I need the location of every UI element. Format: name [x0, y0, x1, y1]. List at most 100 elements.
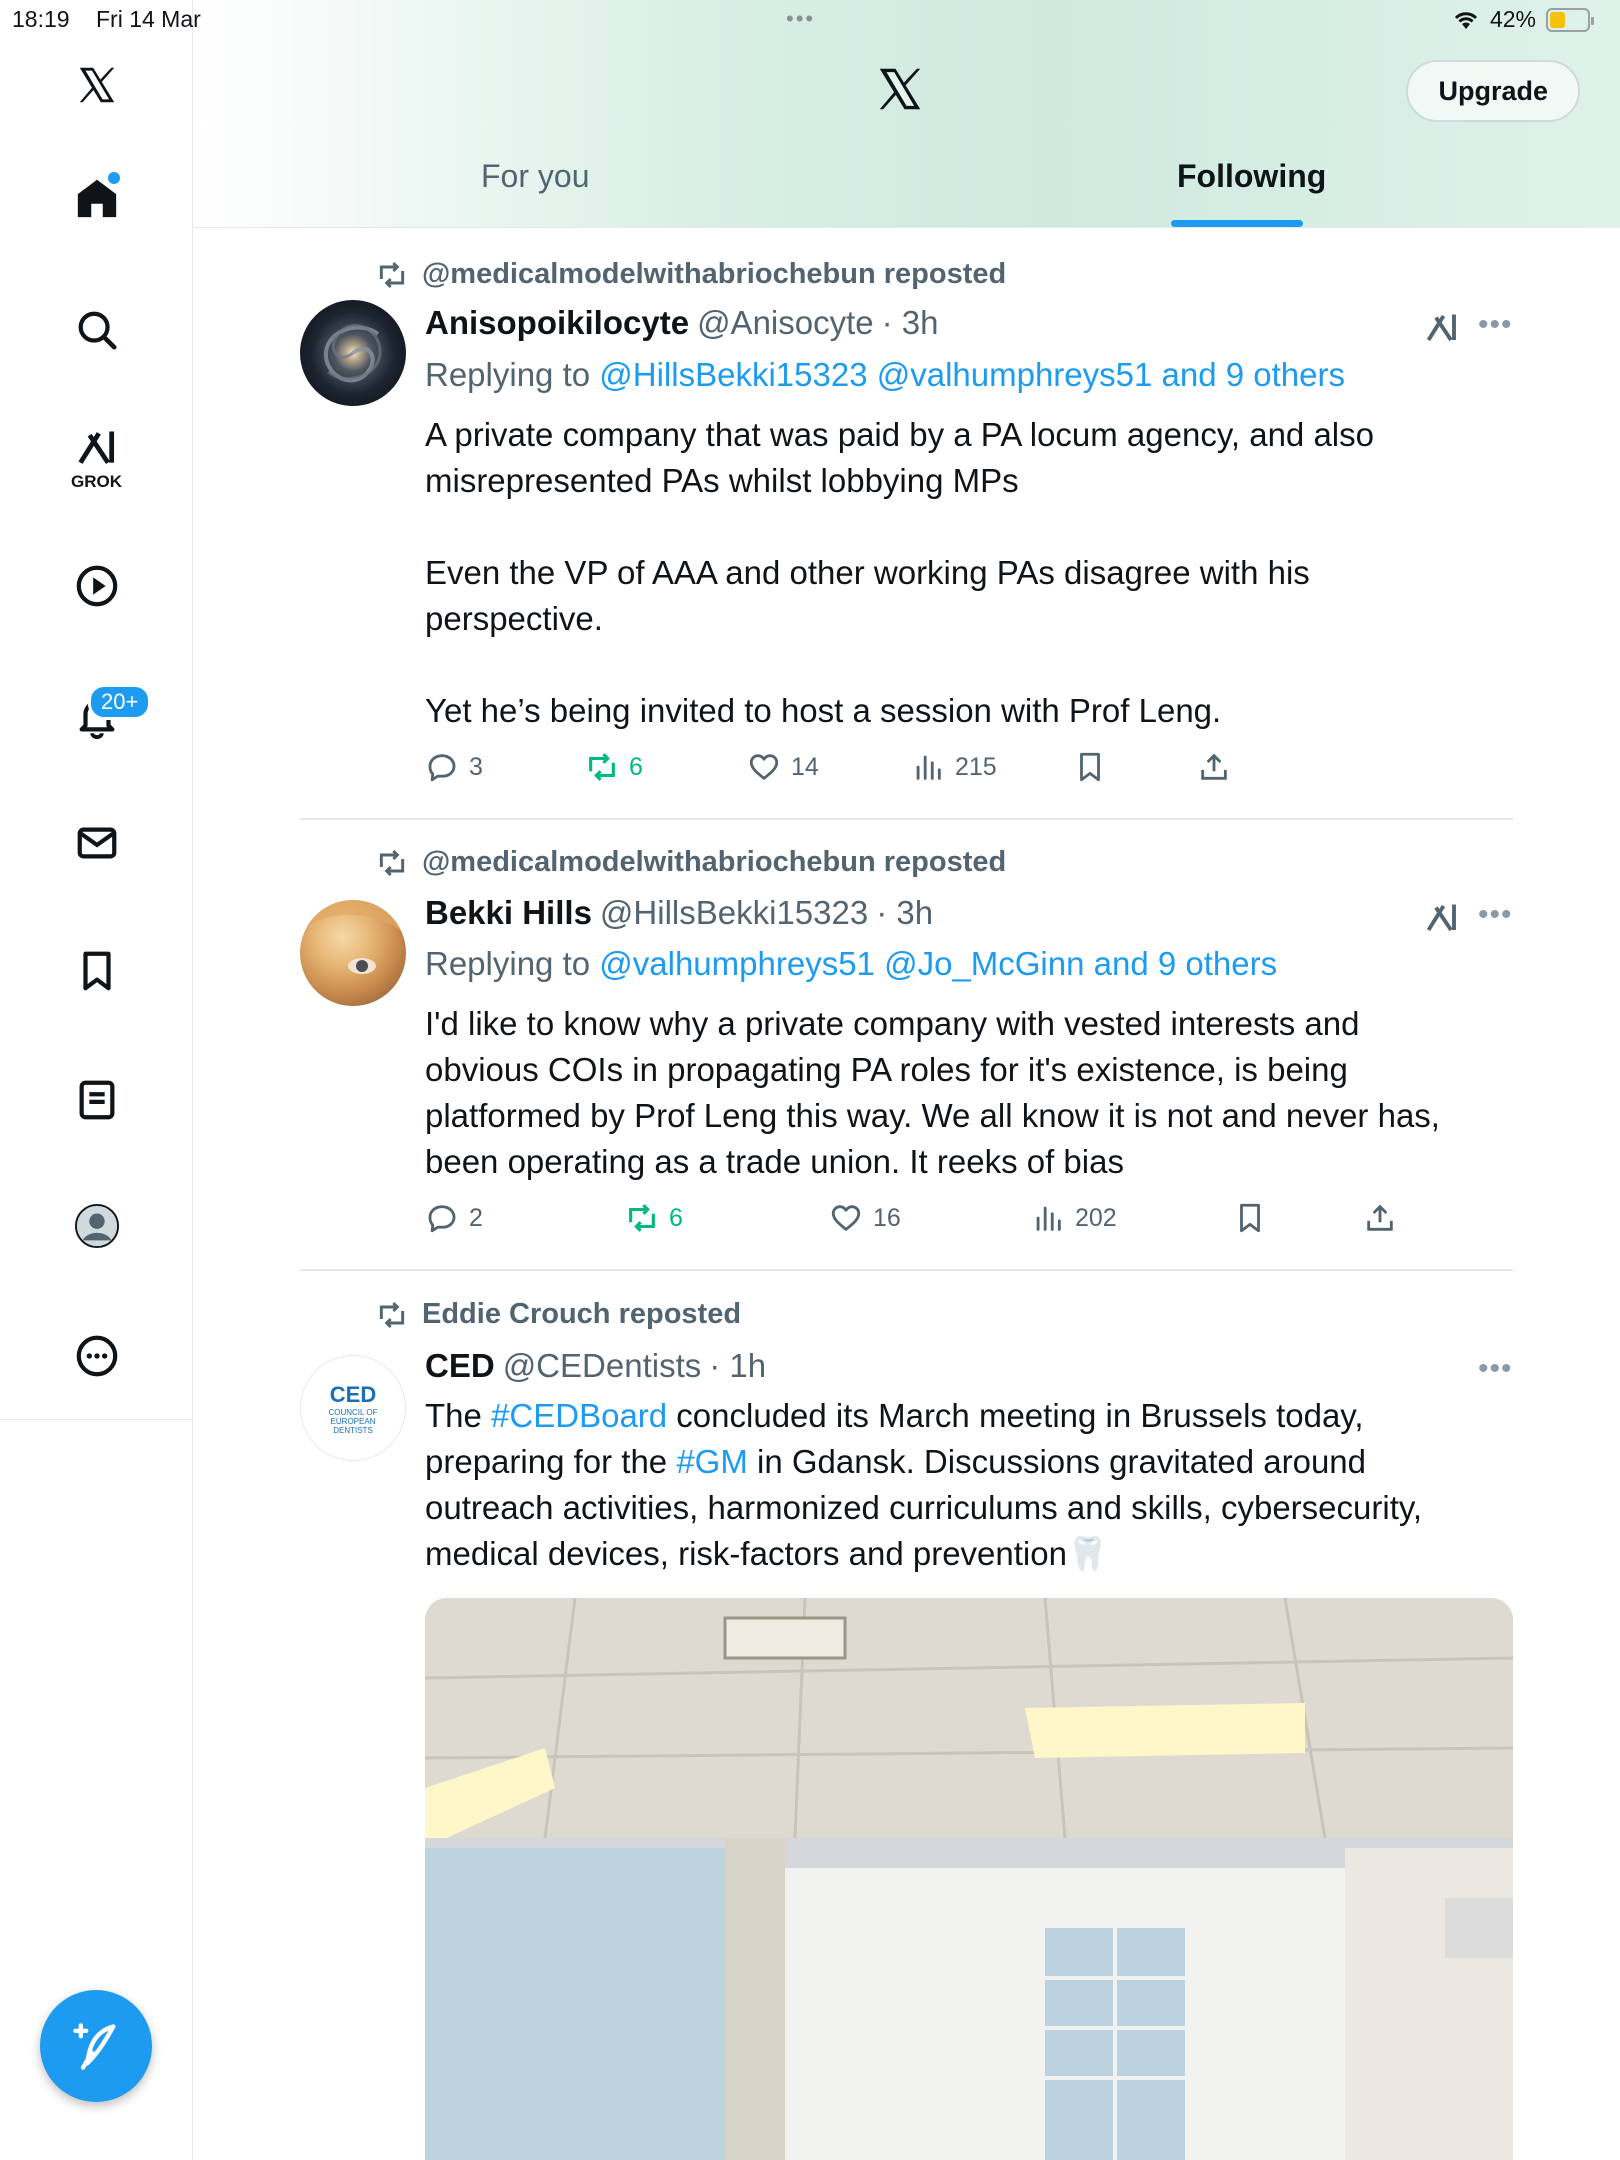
repost-by-text: @medicalmodelwithabriochebun reposted	[422, 258, 1007, 290]
reply-button[interactable]: 3	[425, 750, 483, 784]
compose-post-button[interactable]	[40, 1990, 152, 2102]
heart-icon	[831, 1205, 861, 1231]
bookmark-button[interactable]	[1233, 1201, 1267, 1235]
author-name[interactable]: Bekki Hills	[425, 894, 592, 932]
office-photo	[425, 1598, 1513, 2160]
reply-button[interactable]: 2	[425, 1201, 483, 1235]
repost-icon	[629, 1204, 655, 1232]
tweet-author-line: Anisopoikilocyte @Anisocyte · 3h	[425, 304, 939, 342]
left-rail: GROK 20+	[0, 0, 193, 2160]
tweet-author-line: Bekki Hills @HillsBekki15323 · 3h	[425, 894, 933, 932]
hashtag-link[interactable]: #GM	[676, 1443, 748, 1480]
notifications-badge: 20+	[88, 684, 152, 720]
heart-icon	[749, 754, 779, 780]
search-icon[interactable]	[0, 307, 193, 353]
hashtag-link[interactable]: #CEDBoard	[491, 1397, 667, 1434]
rail-divider	[0, 1419, 193, 1420]
repost-icon	[589, 753, 615, 781]
multitasking-dots-icon[interactable]: •••	[786, 6, 815, 32]
repost-icon	[379, 261, 405, 288]
more-options-icon[interactable]	[0, 1333, 193, 1379]
view-count: 215	[955, 752, 997, 781]
tweet-text-part: The	[425, 1397, 492, 1434]
replying-to-link[interactable]: @HillsBekki15323 @valhumphreys51 and 9 o…	[599, 356, 1345, 393]
views-chart-icon	[1036, 1206, 1061, 1231]
upgrade-button[interactable]: Upgrade	[1406, 60, 1580, 122]
tweet-more-icon[interactable]: •••	[1478, 1352, 1513, 1386]
profile-avatar-icon[interactable]	[0, 1203, 193, 1249]
tweet-more-icon[interactable]: •••	[1478, 898, 1513, 932]
tab-following[interactable]: Following	[1177, 158, 1326, 195]
repost-indicator: Eddie Crouch reposted	[376, 1298, 741, 1331]
tweet-time: · 3h	[876, 894, 934, 931]
repost-by-text: @medicalmodelwithabriochebun reposted	[422, 846, 1007, 878]
replying-to-link[interactable]: @valhumphreys51 @Jo_McGinn and 9 others	[599, 945, 1277, 982]
repost-count: 6	[629, 752, 643, 781]
replying-prefix: Replying to	[425, 356, 600, 393]
reply-icon	[428, 754, 456, 782]
bookmarks-icon[interactable]	[0, 948, 193, 994]
lists-icon[interactable]	[0, 1077, 193, 1123]
bookmark-button[interactable]	[1073, 750, 1107, 784]
repost-indicator: @medicalmodelwithabriochebun reposted	[376, 846, 1006, 879]
tweet-text: The #CEDBoard concluded its March meetin…	[425, 1393, 1515, 1577]
repost-icon	[379, 849, 405, 876]
battery-icon	[1546, 7, 1594, 32]
author-handle[interactable]: @CEDentists	[503, 1347, 702, 1385]
author-handle[interactable]: @HillsBekki15323	[600, 894, 868, 932]
avatar[interactable]	[300, 900, 406, 1006]
share-button[interactable]	[1363, 1201, 1397, 1235]
tweet-more-icon[interactable]: •••	[1478, 308, 1513, 342]
x-logo-icon[interactable]	[0, 62, 193, 108]
tweet-time: · 1h	[709, 1347, 767, 1384]
share-icon	[1367, 1204, 1393, 1231]
views-button[interactable]: 202	[1031, 1201, 1117, 1235]
grok-label: GROK	[71, 472, 122, 491]
replying-to: Replying to @valhumphreys51 @Jo_McGinn a…	[425, 945, 1277, 983]
wifi-icon	[1454, 11, 1478, 29]
status-bar: 18:19 Fri 14 Mar ••• 42%	[0, 0, 1620, 40]
repost-button[interactable]: 6	[625, 1201, 683, 1235]
repost-icon	[379, 1301, 405, 1328]
ced-avatar-text: CED	[329, 1381, 377, 1407]
view-count: 202	[1075, 1203, 1117, 1232]
ced-avatar-subtext: COUNCIL OF EUROPEAN DENTISTS	[328, 1407, 378, 1435]
tab-for-you[interactable]: For you	[481, 158, 589, 195]
bookmark-icon	[1240, 1203, 1260, 1233]
x-header-logo-icon	[873, 62, 927, 121]
grok-explain-icon[interactable]	[1424, 900, 1460, 936]
repost-by-text: Eddie Crouch reposted	[422, 1298, 742, 1330]
grok-explain-icon[interactable]	[1424, 310, 1460, 346]
avatar[interactable]	[300, 300, 406, 406]
reply-icon	[428, 1205, 456, 1233]
messages-mail-icon[interactable]	[0, 820, 193, 866]
tweet-text: A private company that was paid by a PA …	[425, 416, 1374, 729]
tweet-divider	[300, 818, 1513, 820]
reply-count: 3	[469, 752, 483, 781]
status-date: Fri 14 Mar	[96, 6, 201, 32]
status-time: 18:19	[12, 6, 70, 32]
author-name[interactable]: Anisopoikilocyte	[425, 304, 689, 342]
author-handle[interactable]: @Anisocyte	[697, 304, 874, 342]
reply-count: 2	[469, 1203, 483, 1232]
grok-icon	[77, 431, 114, 464]
views-button[interactable]: 215	[911, 750, 997, 784]
author-name[interactable]: CED	[425, 1347, 495, 1385]
share-button[interactable]	[1197, 750, 1231, 784]
avatar[interactable]: CED COUNCIL OF EUROPEAN DENTISTS	[300, 1355, 406, 1461]
like-button[interactable]: 16	[829, 1201, 901, 1235]
repost-count: 6	[669, 1203, 683, 1232]
like-count: 16	[873, 1203, 901, 1232]
tweet-media-image[interactable]	[425, 1598, 1513, 2160]
tweet-divider	[300, 1269, 1513, 1271]
video-play-icon[interactable]	[0, 563, 193, 609]
repost-button[interactable]: 6	[585, 750, 643, 784]
like-button[interactable]: 14	[747, 750, 819, 784]
share-icon	[1201, 753, 1227, 780]
compose-feather-icon	[73, 2023, 116, 2070]
grok-nav[interactable]: GROK	[0, 426, 193, 492]
home-icon[interactable]	[0, 175, 193, 221]
status-right: 42%	[1452, 6, 1594, 33]
views-chart-icon	[916, 755, 941, 780]
battery-percent: 42%	[1489, 6, 1536, 32]
